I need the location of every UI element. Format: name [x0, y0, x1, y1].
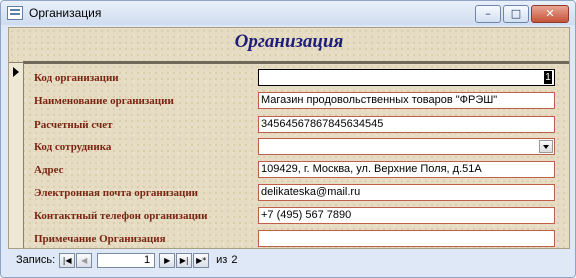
form-body: Организация Код организации 1 Наименован… — [8, 27, 570, 249]
new-record-button[interactable]: ▶* — [193, 252, 210, 268]
chevron-down-icon[interactable] — [539, 140, 553, 153]
label-note: Примечание Организация — [34, 233, 166, 245]
org-code-field[interactable]: 1 — [258, 69, 555, 86]
org-name-field[interactable]: Магазин продовольственных товаров "ФРЭШ" — [258, 92, 555, 109]
label-email: Электронная почта организации — [34, 187, 199, 199]
current-record-input[interactable]: 1 — [97, 252, 156, 268]
window-title: Организация — [29, 6, 102, 20]
header-divider — [23, 61, 569, 64]
form-header: Организация — [9, 28, 569, 63]
record-selector[interactable] — [9, 63, 24, 248]
next-record-button[interactable]: ▶ — [159, 252, 176, 268]
record-navigation-bar: Запись: |◀ ◀ 1 ▶ ▶| ▶* из 2 — [8, 249, 568, 271]
form-window: Организация – □ ✕ Организация Код органи… — [0, 0, 576, 278]
label-employee-code: Код сотрудника — [34, 141, 112, 153]
text-cursor-value: 1 — [544, 71, 552, 84]
record-label: Запись: — [16, 254, 56, 266]
current-record-arrow-icon — [13, 67, 19, 77]
close-button[interactable]: ✕ — [531, 5, 569, 23]
maximize-button[interactable]: □ — [503, 5, 529, 23]
label-org-name: Наименование организации — [34, 95, 174, 107]
email-field[interactable]: delikateska@mail.ru — [258, 184, 555, 201]
label-phone: Контактный телефон организации — [34, 210, 208, 222]
phone-field[interactable]: +7 (495) 567 7890 — [258, 207, 555, 224]
title-bar[interactable]: Организация – □ ✕ — [1, 1, 575, 25]
form-title: Организация — [234, 31, 344, 52]
total-records: 2 — [231, 254, 238, 266]
first-record-button[interactable]: |◀ — [59, 252, 76, 268]
last-record-button[interactable]: ▶| — [176, 252, 193, 268]
account-field[interactable]: 34564567867845634545 — [258, 116, 555, 133]
window-controls: – □ ✕ — [475, 5, 569, 23]
label-org-code: Код организации — [34, 72, 119, 84]
label-address: Адрес — [34, 164, 64, 176]
minimize-button[interactable]: – — [475, 5, 501, 23]
form-icon — [7, 6, 23, 20]
employee-code-combobox[interactable] — [258, 138, 555, 155]
of-label: из — [216, 254, 228, 266]
previous-record-button[interactable]: ◀ — [76, 252, 93, 268]
label-account: Расчетный счет — [34, 119, 113, 131]
address-field[interactable]: 109429, г. Москва, ул. Верхние Поля, д.5… — [258, 161, 555, 178]
note-field[interactable] — [258, 230, 555, 247]
